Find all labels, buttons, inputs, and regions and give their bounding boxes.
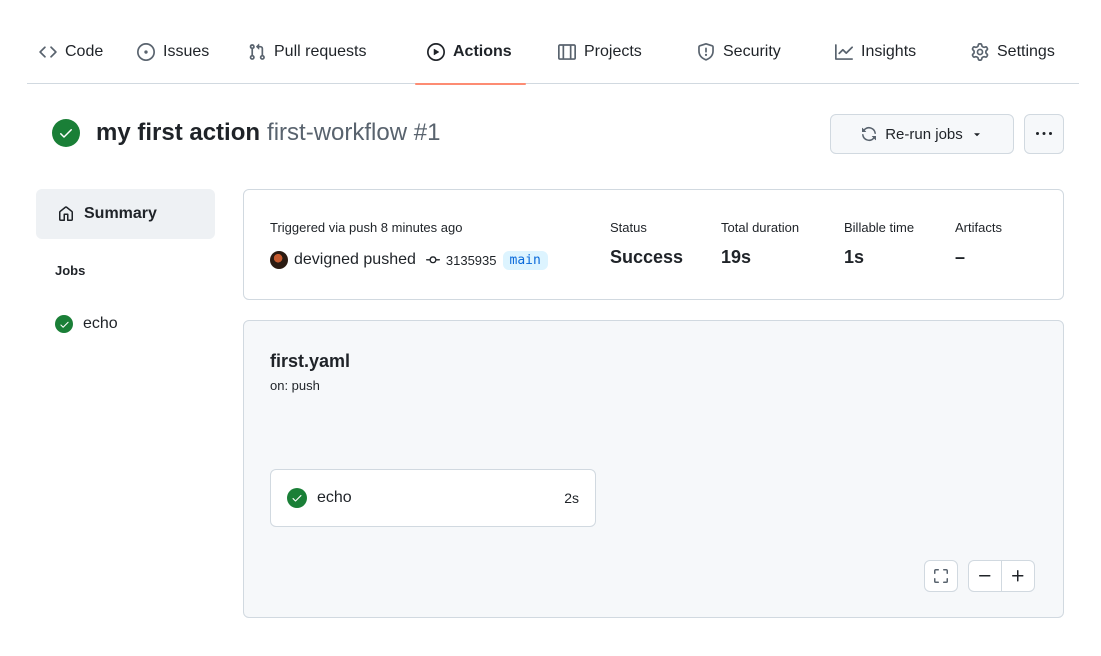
push-info: devigned pushed 3135935 main (270, 247, 548, 273)
duration-label: Total duration (721, 220, 800, 235)
tab-label: Issues (163, 43, 210, 60)
job-duration: 2s (564, 490, 579, 506)
run-summary-card: Triggered via push 8 minutes ago devigne… (243, 189, 1064, 300)
avatar[interactable] (270, 251, 288, 269)
artifacts-value: – (955, 247, 966, 267)
tab-label: Actions (453, 43, 512, 60)
workflow-file-name[interactable]: first.yaml (270, 351, 350, 372)
gear-icon (971, 43, 989, 61)
workflow-name: my first action (96, 119, 261, 146)
tab-code[interactable]: Code (39, 20, 103, 84)
tab-label: Security (723, 43, 781, 60)
check-circle-icon (287, 488, 307, 508)
home-icon (58, 206, 74, 222)
check-circle-icon (55, 315, 73, 333)
sidebar-item-summary[interactable]: Summary (36, 189, 215, 239)
duration-value: 19s (721, 247, 752, 267)
artifacts-label: Artifacts (955, 220, 1002, 235)
tab-label: Settings (997, 43, 1055, 60)
tab-insights[interactable]: Insights (835, 20, 916, 84)
repo-nav: Code Issues Pull requests Actions Projec… (27, 20, 1079, 85)
tab-label: Projects (584, 43, 642, 60)
zoom-in-button[interactable] (1001, 560, 1035, 592)
tab-security[interactable]: Security (697, 20, 781, 84)
tab-label: Code (65, 43, 104, 60)
status-label: Status (610, 220, 647, 235)
zoom-out-button[interactable] (968, 560, 1002, 592)
actor-text[interactable]: devigned pushed (294, 251, 416, 269)
fullscreen-button[interactable] (924, 560, 958, 592)
issue-opened-icon (137, 43, 155, 61)
tab-label: Insights (861, 43, 917, 60)
job-node-echo[interactable]: echo 2s (270, 469, 596, 527)
sidebar-job-label: echo (83, 315, 118, 332)
tab-pull-requests[interactable]: Pull requests (248, 20, 367, 84)
check-circle-icon (52, 119, 80, 147)
billable-value[interactable]: 1s (844, 247, 864, 268)
status-value: Success (610, 247, 684, 267)
play-icon (427, 43, 445, 61)
workflow-graph-card: first.yaml on: push echo 2s (243, 320, 1064, 618)
rerun-jobs-label: Re-run jobs (885, 125, 963, 143)
billable-label: Billable time (844, 220, 915, 235)
sync-icon (861, 126, 877, 142)
workflow-trigger: on: push (270, 378, 320, 393)
code-icon (39, 43, 57, 61)
tab-label: Pull requests (274, 43, 367, 60)
dash-icon (977, 568, 993, 584)
trigger-text: Triggered via push 8 minutes ago (270, 220, 463, 235)
tab-settings[interactable]: Settings (971, 20, 1055, 84)
graph-icon (835, 43, 853, 61)
plus-icon (1010, 568, 1026, 584)
sidebar-item-label: Summary (84, 205, 157, 222)
triangle-down-icon (971, 128, 983, 140)
screen-full-icon (933, 568, 949, 584)
job-name: echo (317, 489, 352, 506)
sidebar-job-echo[interactable]: echo (55, 315, 118, 333)
tab-actions[interactable]: Actions (415, 20, 526, 85)
shield-icon (697, 43, 715, 61)
jobs-heading: Jobs (55, 263, 86, 278)
run-label: first-workflow #1 (267, 119, 441, 146)
more-options-button[interactable] (1024, 114, 1064, 154)
rerun-jobs-button[interactable]: Re-run jobs (830, 114, 1014, 154)
table-icon (558, 43, 576, 61)
tab-issues[interactable]: Issues (137, 20, 209, 84)
git-commit-icon (425, 253, 440, 267)
kebab-horizontal-icon (1036, 126, 1052, 142)
commit-sha-link[interactable]: 3135935 (446, 253, 497, 268)
branch-label[interactable]: main (502, 250, 548, 270)
tab-projects[interactable]: Projects (558, 20, 642, 84)
run-header: my first action first-workflow #1 (52, 113, 440, 153)
git-pull-request-icon (248, 43, 266, 61)
